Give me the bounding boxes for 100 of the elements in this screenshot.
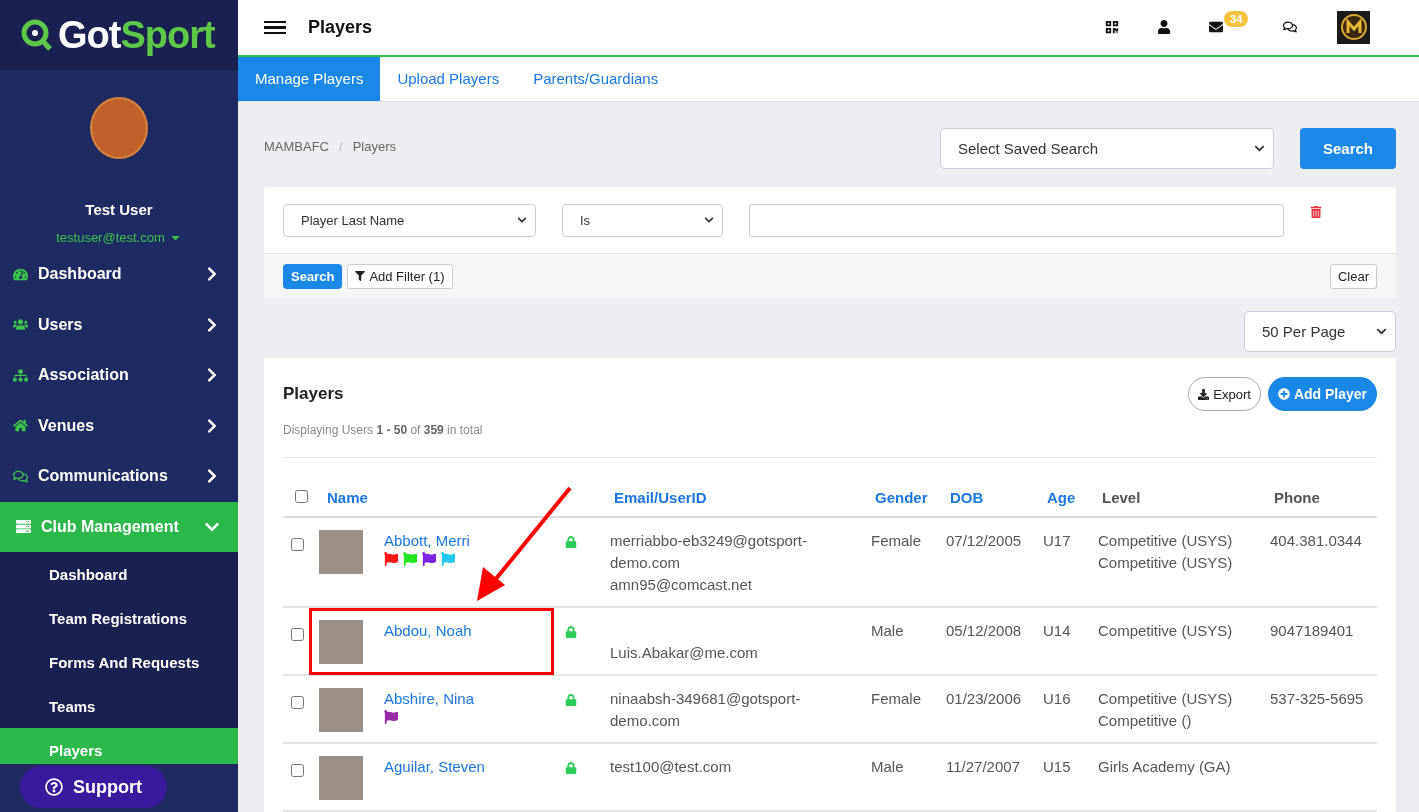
user-email[interactable]: testuser@test.com: [56, 230, 182, 245]
gender-text: Male: [871, 622, 904, 639]
gender-text: Female: [871, 690, 922, 707]
lock-icon: [565, 536, 577, 548]
column-header[interactable]: DOB: [950, 488, 984, 506]
phone-text: 537-325-5695: [1270, 690, 1364, 707]
filter-search-button[interactable]: Search: [283, 263, 343, 289]
search-button[interactable]: Search: [1299, 128, 1396, 169]
dob-text: 07/12/2005: [946, 532, 1022, 549]
add-player-button[interactable]: Add Player: [1267, 377, 1377, 411]
user-id-text: ninaabsh-349681@gotsport-demo.com: [610, 689, 802, 731]
row-checkbox[interactable]: [291, 764, 304, 777]
player-name-link[interactable]: Abdou, Noah: [384, 620, 560, 642]
gender-text: Male: [871, 758, 904, 775]
clear-button[interactable]: Clear: [1329, 263, 1377, 289]
level-text: Competitive (USYS): [1098, 531, 1234, 551]
nav-subitem[interactable]: Teams: [0, 684, 238, 728]
chevron-down-icon: [704, 215, 714, 225]
photo-placeholder: [319, 756, 363, 800]
qr-code-icon[interactable]: [1105, 20, 1119, 35]
player-name-link[interactable]: Aguilar, Steven: [384, 756, 560, 778]
nav-icon: [13, 418, 28, 434]
chevron-down-icon: [517, 215, 527, 225]
breadcrumb-item: Players: [352, 139, 396, 154]
support-button[interactable]: Support: [20, 766, 167, 808]
nav-item[interactable]: Dashboard: [0, 249, 238, 300]
card-title: Players: [283, 384, 344, 404]
player-name-link[interactable]: Abshire, Nina: [384, 688, 560, 710]
lock-icon: [565, 626, 577, 638]
nav-subitem[interactable]: Dashboard: [0, 552, 238, 596]
nav-icon: [13, 317, 28, 333]
tab[interactable]: Manage Players: [238, 56, 381, 101]
logo-icon: [20, 18, 54, 52]
level-text: Competitive (USYS): [1098, 553, 1234, 573]
chevron-down-icon: [1376, 326, 1387, 337]
level-text: Competitive (): [1098, 711, 1193, 731]
column-header: Phone: [1274, 488, 1320, 506]
photo-placeholder: [319, 620, 363, 664]
download-icon: [1198, 388, 1210, 400]
nav-icon: [13, 468, 28, 484]
age-text: U16: [1043, 690, 1071, 707]
age-text: U14: [1043, 622, 1071, 639]
menu-button[interactable]: [264, 20, 286, 35]
age-text: U17: [1043, 532, 1071, 549]
mail-icon[interactable]: [1209, 20, 1223, 35]
nav-item[interactable]: Association: [0, 350, 238, 401]
nav-item[interactable]: Users: [0, 299, 238, 350]
mail-count: 34: [1224, 11, 1249, 28]
select-all-checkbox[interactable]: [295, 489, 308, 503]
lock-icon: [565, 694, 577, 706]
row-checkbox[interactable]: [291, 696, 304, 709]
page-title: Players: [308, 16, 374, 38]
breadcrumb-separator: /: [339, 139, 343, 154]
player-name-link[interactable]: Abbott, Merri: [384, 530, 560, 552]
level-text: Competitive (USYS): [1098, 689, 1234, 709]
nav-subitem[interactable]: Forms And Requests: [0, 640, 238, 684]
lock-icon: [565, 762, 577, 774]
filter-value-input[interactable]: [749, 203, 1284, 237]
dob-text: 11/27/2007: [946, 758, 1020, 775]
phone-text: 9047189401: [1270, 622, 1354, 639]
column-header[interactable]: Name: [327, 488, 368, 506]
photo-placeholder: [319, 688, 363, 732]
email-text: amn95@comcast.net: [610, 575, 753, 595]
dob-text: 05/12/2008: [946, 622, 1022, 639]
nav-icon: [13, 266, 28, 282]
chat-icon[interactable]: [1283, 20, 1297, 35]
email-text: Luis.Abakar@me.com: [610, 643, 759, 663]
nav-item[interactable]: Venues: [0, 400, 238, 451]
logo-text: GotSport: [58, 13, 215, 57]
level-text: Competitive (USYS): [1098, 621, 1234, 641]
phone-text: 404.381.0344: [1270, 532, 1362, 549]
chevron-down-icon: [1253, 143, 1265, 154]
per-page-select[interactable]: 50 Per Page: [1244, 311, 1396, 352]
row-checkbox[interactable]: [291, 628, 304, 641]
nav-icon: [16, 519, 31, 535]
add-filter-button[interactable]: Add Filter (1): [347, 263, 453, 289]
nav-subitem[interactable]: Team Registrations: [0, 596, 238, 640]
saved-search-select[interactable]: Select Saved Search: [939, 128, 1274, 169]
results-summary: Displaying Users 1 - 50 of 359 in total: [283, 423, 1377, 458]
column-header: Level: [1102, 488, 1141, 506]
user-id-text: test100@test.com: [610, 757, 733, 777]
delete-icon[interactable]: [1310, 206, 1322, 218]
row-checkbox[interactable]: [291, 538, 304, 551]
breadcrumb-item[interactable]: MAMBAFC: [264, 139, 329, 154]
help-icon: [45, 778, 63, 796]
level-text: Girls Academy (GA): [1098, 757, 1232, 777]
filter-operator-select[interactable]: Is: [562, 203, 723, 237]
column-header[interactable]: Age: [1047, 488, 1076, 506]
club-logo-icon[interactable]: [1337, 10, 1370, 44]
export-button[interactable]: Export: [1188, 377, 1261, 411]
column-header[interactable]: Gender: [875, 488, 928, 506]
nav-icon: [13, 367, 28, 383]
dob-text: 01/23/2006: [946, 690, 1022, 707]
gender-text: Female: [871, 532, 922, 549]
user-icon[interactable]: [1157, 20, 1171, 35]
column-header[interactable]: Email/UserID: [614, 488, 707, 506]
filter-field-select[interactable]: Player Last Name: [283, 203, 536, 237]
nav-item[interactable]: Communications: [0, 451, 238, 502]
user-name: Test User: [85, 201, 153, 218]
photo-placeholder: [319, 530, 363, 574]
